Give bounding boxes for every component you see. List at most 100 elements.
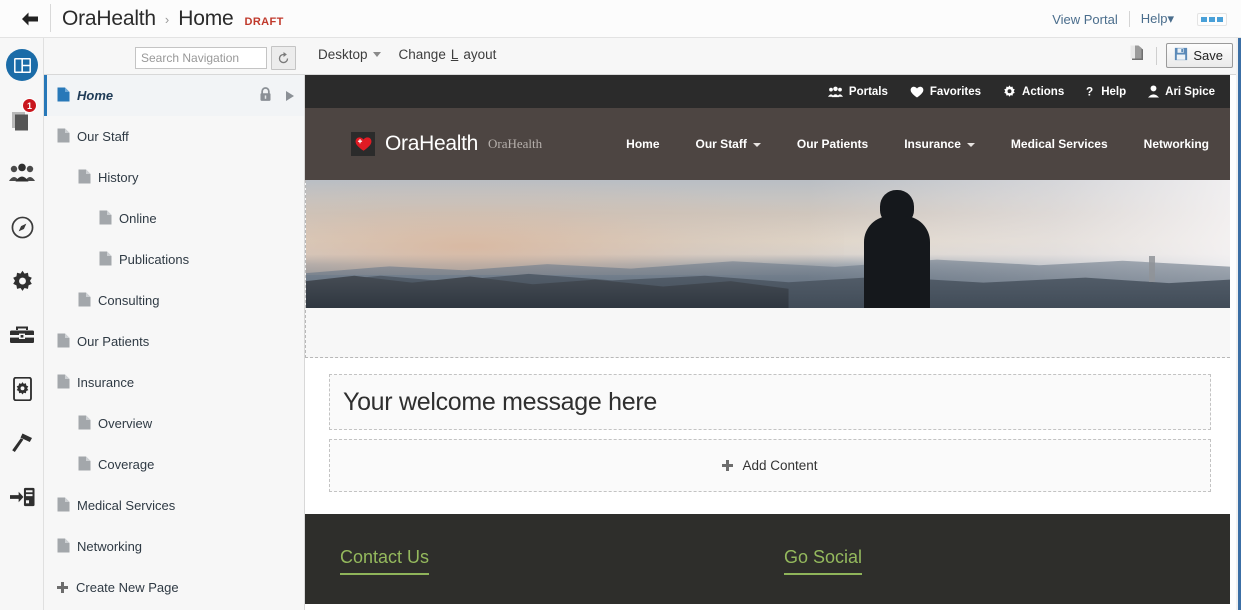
- page-icon: [99, 251, 112, 269]
- portal-menu-medical-services[interactable]: Medical Services: [993, 137, 1126, 151]
- page-icon: [57, 538, 70, 556]
- nav-item-history[interactable]: History: [44, 157, 304, 198]
- utility-help[interactable]: ? Help: [1086, 85, 1126, 99]
- breadcrumb: OraHealth › Home DRAFT: [62, 2, 284, 36]
- utility-actions[interactable]: Actions: [1003, 85, 1064, 98]
- chevron-down-icon: ▾: [1167, 11, 1174, 26]
- rail-item-build[interactable]: [0, 416, 44, 470]
- portal-footer: Contact Us Go Social: [305, 514, 1235, 604]
- device-mode-label: Desktop: [318, 47, 368, 62]
- change-layout-button[interactable]: Change Layout: [399, 47, 497, 62]
- save-button[interactable]: Save: [1166, 43, 1233, 68]
- device-settings-icon: [12, 377, 32, 401]
- utility-label: Actions: [1022, 85, 1065, 98]
- back-arrow-icon[interactable]: [14, 6, 46, 32]
- utility-portals[interactable]: Portals: [827, 85, 888, 98]
- nav-item-insurance[interactable]: Insurance: [44, 362, 304, 403]
- portal-menu-label: Home: [626, 137, 660, 151]
- people-group-icon: [9, 163, 35, 182]
- utility-label: Portals: [848, 85, 888, 98]
- portal-menu-our-patients[interactable]: Our Patients: [779, 137, 886, 151]
- rail-item-navigator[interactable]: [0, 200, 44, 254]
- nav-item-networking[interactable]: Networking: [44, 526, 304, 567]
- nav-item-our-patients[interactable]: Our Patients: [44, 321, 304, 362]
- toolbar-divider: [50, 4, 51, 32]
- utility-ari-spice[interactable]: Ari Spice: [1148, 85, 1215, 98]
- rail-item-device-settings[interactable]: [0, 362, 44, 416]
- nav-item-online[interactable]: Online: [44, 198, 304, 239]
- rail-item-documents[interactable]: 1: [0, 92, 44, 146]
- brand-block[interactable]: OraHealth OraHealth: [351, 132, 542, 156]
- refresh-icon[interactable]: [271, 46, 296, 70]
- create-new-page-label: Create New Page: [76, 580, 179, 595]
- rail-item-pages[interactable]: [0, 38, 44, 92]
- nav-item-home[interactable]: Home: [44, 75, 304, 116]
- floppy-disk-icon: [1174, 47, 1188, 64]
- expand-arrow-icon[interactable]: [286, 90, 294, 101]
- utility-label: Ari Spice: [1165, 85, 1215, 98]
- welcome-message-box[interactable]: Your welcome message here: [329, 374, 1211, 430]
- nav-item-label: Overview: [98, 416, 153, 431]
- nav-item-publications[interactable]: Publications: [44, 239, 304, 280]
- compass-icon: [11, 216, 33, 238]
- chevron-down-icon: [372, 52, 381, 57]
- brand-name: OraHealth: [385, 132, 479, 155]
- nav-row-tools: [259, 75, 294, 116]
- hero-lower-strip: [306, 308, 1234, 356]
- nav-item-label: Networking: [77, 539, 143, 554]
- portal-menu-label: Our Patients: [796, 137, 869, 151]
- nav-item-consulting[interactable]: Consulting: [44, 280, 304, 321]
- nav-item-medical-services[interactable]: Medical Services: [44, 485, 304, 526]
- add-content-drop-zone[interactable]: Add Content: [329, 439, 1211, 492]
- portal-menu-home[interactable]: Home: [608, 137, 677, 151]
- portal-menu-insurance[interactable]: Insurance: [886, 137, 993, 151]
- footer-contact-heading[interactable]: Contact Us: [340, 547, 430, 575]
- device-mode-dropdown[interactable]: Desktop: [318, 47, 381, 62]
- change-layout-post: ayout: [463, 47, 497, 62]
- footer-social-heading[interactable]: Go Social: [784, 547, 863, 575]
- gear-icon: [1003, 85, 1016, 98]
- portal-menu-our-staff[interactable]: Our Staff: [678, 137, 779, 151]
- lock-icon[interactable]: [259, 86, 272, 105]
- breadcrumb-root[interactable]: OraHealth: [62, 7, 156, 31]
- page-icon: [78, 415, 91, 433]
- status-badge: DRAFT: [244, 15, 284, 28]
- rail-item-settings[interactable]: [0, 254, 44, 308]
- rail-item-people[interactable]: [0, 146, 44, 200]
- nav-item-coverage[interactable]: Coverage: [44, 444, 304, 485]
- nav-item-label: Home: [77, 88, 114, 103]
- portal-menu-networking[interactable]: Networking: [1126, 137, 1227, 151]
- breadcrumb-separator-icon: ›: [164, 11, 170, 27]
- global-top-bar: OraHealth › Home DRAFT View Portal Help▾: [0, 0, 1241, 38]
- utility-favorites[interactable]: Favorites: [910, 86, 981, 98]
- help-menu[interactable]: Help▾: [1130, 11, 1185, 27]
- user-icon: [1148, 85, 1160, 98]
- gear-icon: [12, 270, 32, 291]
- nav-item-our-staff[interactable]: Our Staff: [44, 116, 304, 157]
- hero-banner-image: [306, 180, 1234, 308]
- more-options-button[interactable]: [1197, 12, 1227, 26]
- save-label: Save: [1193, 48, 1223, 63]
- utility-label: Favorites: [929, 85, 982, 98]
- portal-brand-bar: OraHealth OraHealth Home Our Staff Our Pat…: [305, 108, 1235, 180]
- page-icon: [78, 169, 91, 187]
- rail-item-tools[interactable]: [0, 308, 44, 362]
- view-portal-link[interactable]: View Portal: [1041, 12, 1129, 27]
- add-content-button[interactable]: Add Content: [722, 458, 818, 473]
- dot-1: [1201, 16, 1207, 22]
- plus-icon: [722, 460, 734, 471]
- portal-preview-canvas: Portals Favorites Actions ? Help Ari Spice Or…: [305, 75, 1235, 610]
- nav-item-label: History: [98, 170, 139, 185]
- page-stack-icon[interactable]: [1127, 43, 1147, 68]
- page-icon: [78, 456, 91, 474]
- question-mark-icon: ?: [1086, 85, 1095, 98]
- svg-text:?: ?: [1086, 86, 1093, 98]
- hero-region[interactable]: [305, 180, 1235, 358]
- editor-toolbar: Desktop Change Layout: [0, 38, 1241, 75]
- create-new-page-button[interactable]: Create New Page: [44, 567, 304, 608]
- add-content-label: Add Content: [742, 458, 818, 473]
- portal-main-menu: Home Our Staff Our Patients Insurance Medica…: [608, 137, 1227, 151]
- search-input[interactable]: [135, 47, 267, 69]
- nav-item-overview[interactable]: Overview: [44, 403, 304, 444]
- rail-item-import[interactable]: [0, 470, 44, 524]
